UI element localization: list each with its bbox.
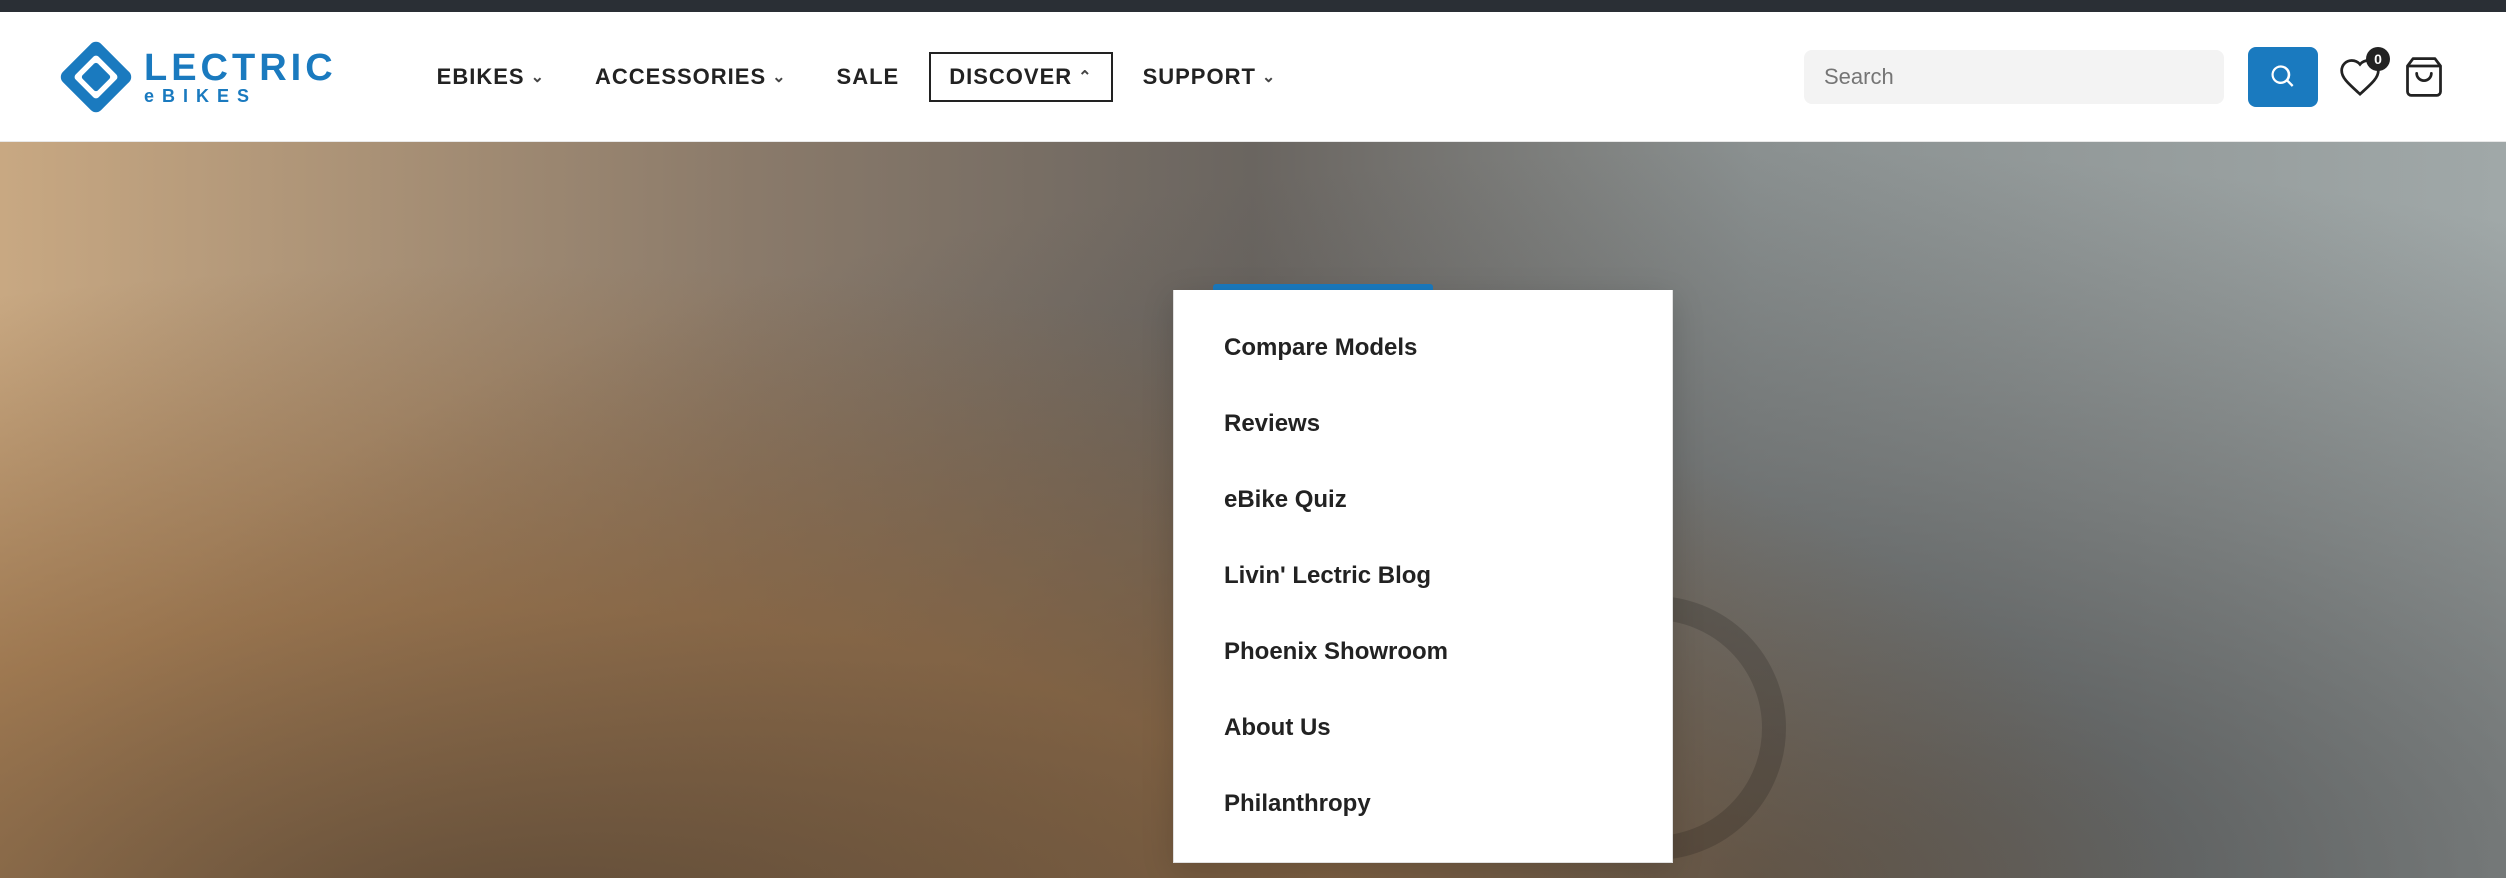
dropdown-item-ebike-quiz[interactable]: eBike Quiz bbox=[1174, 462, 1672, 538]
dropdown-item-philanthropy[interactable]: Philanthropy bbox=[1174, 766, 1672, 842]
logo-text: LECTRIC eBIKES bbox=[144, 49, 337, 105]
chevron-down-icon: ⌄ bbox=[772, 67, 786, 87]
logo-icon bbox=[60, 41, 132, 113]
search-input[interactable] bbox=[1824, 64, 2204, 90]
nav-sale[interactable]: SALE bbox=[817, 52, 920, 102]
search-container: 0 bbox=[1804, 47, 2446, 107]
chevron-up-icon: ⌃ bbox=[1078, 67, 1092, 87]
dropdown-item-about-us[interactable]: About Us bbox=[1174, 690, 1672, 766]
chevron-down-icon: ⌄ bbox=[1262, 67, 1276, 87]
nav-support[interactable]: SUPPORT ⌄ bbox=[1123, 52, 1297, 102]
nav-discover[interactable]: DISCOVER ⌃ bbox=[929, 52, 1112, 102]
dropdown-item-reviews[interactable]: Reviews bbox=[1174, 386, 1672, 462]
nav-accessories[interactable]: ACCESSORIES ⌄ bbox=[575, 52, 807, 102]
search-button[interactable] bbox=[2248, 47, 2318, 107]
nav-ebikes[interactable]: eBIKES ⌄ bbox=[417, 52, 565, 102]
hero-section: Compare Models Reviews eBike Quiz Livin'… bbox=[0, 142, 2506, 878]
top-bar bbox=[0, 0, 2506, 12]
search-box bbox=[1804, 50, 2224, 104]
main-nav: eBIKES ⌄ ACCESSORIES ⌄ SALE DISCOVER ⌃ S… bbox=[417, 52, 1804, 102]
dropdown-menu: Compare Models Reviews eBike Quiz Livin'… bbox=[1173, 290, 1673, 863]
logo[interactable]: LECTRIC eBIKES bbox=[60, 41, 337, 113]
cart-icon bbox=[2402, 55, 2446, 99]
chevron-down-icon: ⌄ bbox=[531, 67, 545, 87]
dropdown-item-compare-models[interactable]: Compare Models bbox=[1174, 310, 1672, 386]
header: LECTRIC eBIKES eBIKES ⌄ ACCESSORIES ⌄ SA… bbox=[0, 12, 2506, 142]
dropdown-item-blog[interactable]: Livin' Lectric Blog bbox=[1174, 538, 1672, 614]
discover-dropdown: Compare Models Reviews eBike Quiz Livin'… bbox=[1173, 284, 1673, 863]
cart-button[interactable] bbox=[2402, 55, 2446, 99]
search-icon bbox=[2269, 63, 2297, 91]
wishlist-badge: 0 bbox=[2366, 47, 2390, 71]
wishlist-button[interactable]: 0 bbox=[2338, 55, 2382, 99]
dropdown-item-phoenix-showroom[interactable]: Phoenix Showroom bbox=[1174, 614, 1672, 690]
